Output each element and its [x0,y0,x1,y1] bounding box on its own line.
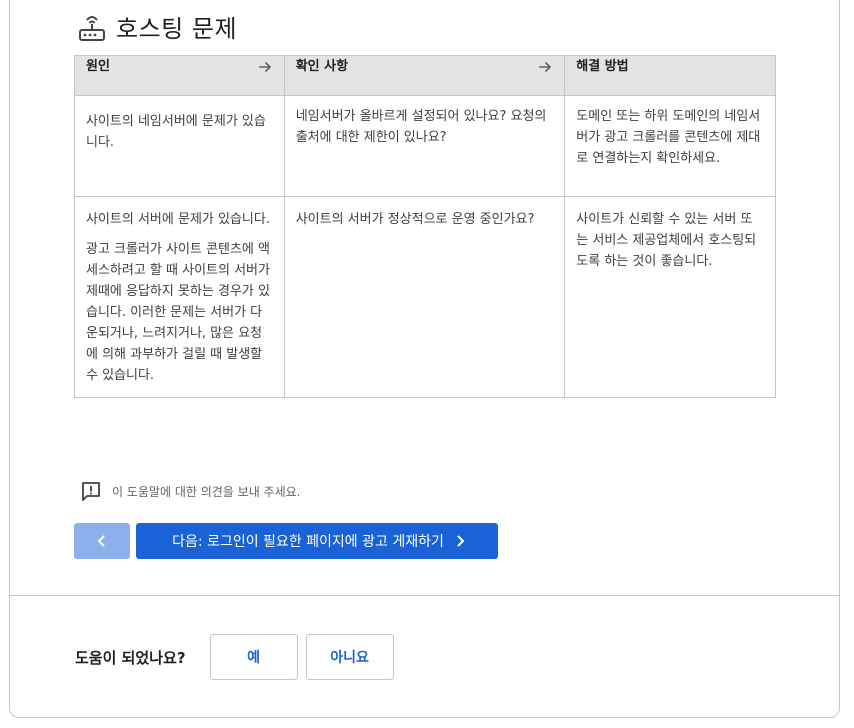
header-cause-label: 원인 [86,59,110,74]
feedback-icon [82,482,100,501]
cell-check: 사이트의 서버가 정상적으로 운영 중인가요? [283,196,566,398]
chevron-left-icon [97,535,105,547]
cell-cause: 사이트의 네임서버에 문제가 있습니다. [74,95,285,197]
solution-text: 사이트가 신뢰할 수 있는 서버 또는 서비스 제공업체에서 호스팅되도록 하는… [576,212,757,269]
no-button[interactable]: 아니요 [305,634,394,680]
section-header: 호스팅 문제 [78,8,237,44]
section-title: 호스팅 문제 [116,14,238,43]
arrow-right-icon [539,61,552,72]
cause-detail-text: 광고 크롤러가 사이트 콘텐츠에 액세스하려고 할 때 사이트의 서버가 제때에… [86,242,270,383]
cell-solution: 사이트가 신뢰할 수 있는 서버 또는 서비스 제공업체에서 호스팅되도록 하는… [564,196,776,398]
header-solution: 해결 방법 [564,55,776,96]
arrow-right-icon [258,61,271,72]
check-text: 네임서버가 올바르게 설정되어 있나요? 요청의 출처에 대한 제한이 있나요? [295,109,547,145]
next-article-label: 다음: 로그인이 필요한 페이지에 광고 게재하기 [172,534,444,550]
helpful-section: 도움이 되었나요? 예 아니요 [75,634,402,680]
check-text: 사이트의 서버가 정상적으로 운영 중인가요? [295,212,535,227]
article-navigation: 다음: 로그인이 필요한 페이지에 광고 게재하기 [74,523,498,559]
yes-button[interactable]: 예 [209,634,298,680]
hosting-issues-table: 원인 확인 사항 해결 방법 사이트의 네임서버에 문제가 있습니다. 네임서버… [74,55,776,398]
cell-cause: 사이트의 서버에 문제가 있습니다. 광고 크롤러가 사이트 콘텐츠에 액세스하… [74,196,285,398]
header-check-label: 확인 사항 [295,59,349,74]
solution-text: 도메인 또는 하위 도메인의 네임서버가 광고 크롤러를 콘텐츠에 제대로 연결… [576,109,761,166]
router-icon [79,16,105,41]
cell-solution: 도메인 또는 하위 도메인의 네임서버가 광고 크롤러를 콘텐츠에 제대로 연결… [564,95,776,197]
cell-check: 네임서버가 올바르게 설정되어 있나요? 요청의 출처에 대한 제한이 있나요? [283,95,566,197]
header-check: 확인 사항 [283,55,566,96]
table-row: 사이트의 서버에 문제가 있습니다. 광고 크롤러가 사이트 콘텐츠에 액세스하… [74,196,776,398]
feedback-link[interactable]: 이 도움말에 대한 의견을 보내 주세요. [80,480,301,502]
feedback-text: 이 도움말에 대한 의견을 보내 주세요. [112,484,301,499]
helpful-question: 도움이 되었나요? [75,648,186,667]
cause-text: 사이트의 네임서버에 문제가 있습니다. [86,114,266,150]
header-solution-label: 해결 방법 [576,59,629,74]
header-cause: 원인 [74,55,285,96]
chevron-right-icon [457,535,465,547]
divider [10,595,840,596]
table-row: 사이트의 네임서버에 문제가 있습니다. 네임서버가 올바르게 설정되어 있나요… [74,95,776,197]
cause-text: 사이트의 서버에 문제가 있습니다. [86,212,270,227]
table-header-row: 원인 확인 사항 해결 방법 [74,55,776,96]
previous-button[interactable] [74,523,130,559]
next-article-button[interactable]: 다음: 로그인이 필요한 페이지에 광고 게재하기 [136,523,498,559]
